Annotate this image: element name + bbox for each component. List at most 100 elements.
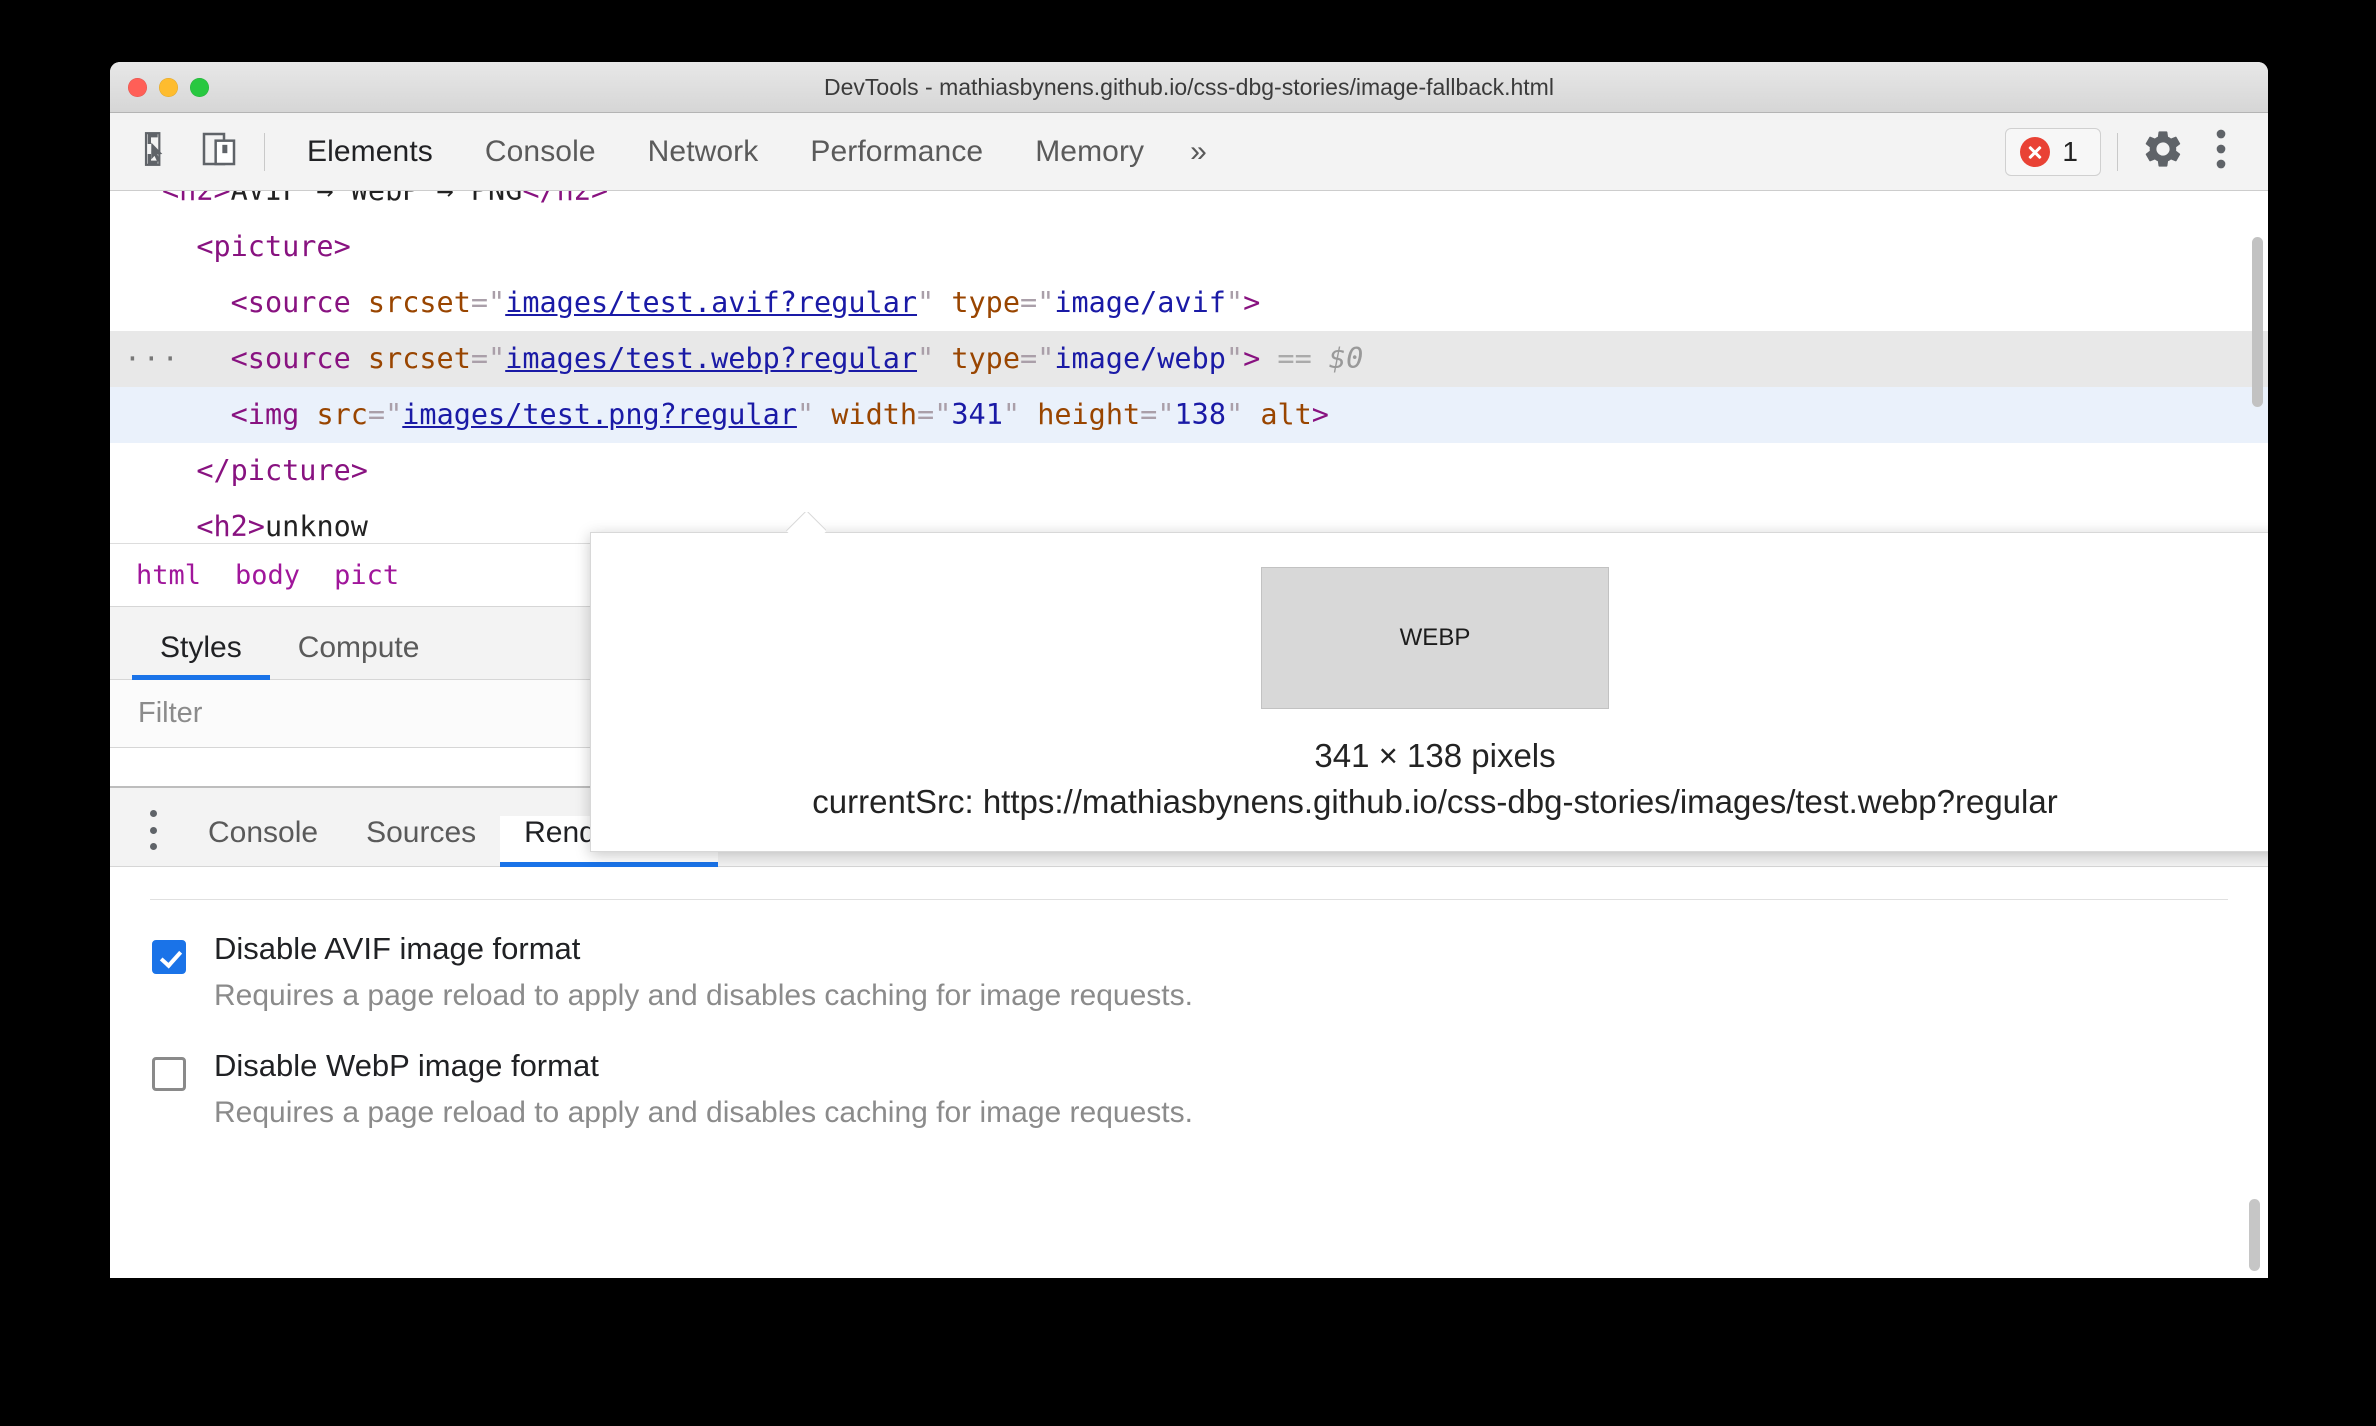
tooltip-arrow-icon [786, 512, 826, 533]
code-token: <picture> [196, 230, 351, 263]
dom-tree[interactable]: <h2>AVIF → WebP → PNG</h2> <picture> <so… [110, 191, 2268, 543]
breadcrumb-item-html[interactable]: html [136, 560, 201, 591]
code-token: <img [230, 398, 300, 431]
error-icon [2020, 136, 2051, 167]
code-token: = [1019, 286, 1038, 319]
code-token: 138 [1174, 398, 1226, 431]
drawer-tab-sources[interactable]: Sources [342, 816, 500, 866]
line-img-png[interactable]: <img src="images/test.png?regular" width… [110, 387, 2268, 443]
image-dimensions-label: 341 × 138 pixels [1314, 737, 1556, 774]
elements-panel[interactable]: <h2>AVIF → WebP → PNG</h2> <picture> <so… [110, 191, 2268, 544]
code-token: " [1002, 398, 1021, 431]
code-token: " [917, 286, 935, 319]
code-token: height [1020, 398, 1141, 431]
code-token: = [1019, 342, 1038, 375]
inspect-element-button[interactable] [132, 123, 190, 181]
rendering-option-avif[interactable]: Disable AVIF image format Requires a pag… [110, 900, 2268, 1017]
code-token: <source [230, 342, 351, 375]
disable-avif-checkbox[interactable] [152, 940, 186, 974]
line-source-avif[interactable]: <source srcset="images/test.avif?regular… [110, 275, 2268, 331]
code-token: images/test.png?regular [402, 398, 797, 431]
tab-console[interactable]: Console [459, 113, 622, 190]
code-token: <source [230, 286, 351, 319]
line-picture-close[interactable]: </picture> [110, 443, 2268, 499]
device-toolbar-button[interactable] [190, 123, 248, 181]
drawer-tab-console[interactable]: Console [184, 816, 342, 866]
error-count-badge[interactable]: 1 [2005, 127, 2101, 176]
more-tabs-chevron-icon[interactable]: » [1170, 113, 1227, 190]
maximize-window-button[interactable] [190, 77, 209, 97]
code-token: unknow [264, 510, 368, 543]
tab-computed[interactable]: Compute [270, 631, 448, 679]
code-token: </h2> [522, 191, 608, 207]
code-token: = [470, 286, 489, 319]
inspect-element-icon [141, 129, 181, 174]
code-token: " [385, 398, 403, 431]
code-token: = [470, 342, 489, 375]
disable-webp-description: Requires a page reload to apply and disa… [214, 1096, 1193, 1130]
minimize-window-button[interactable] [159, 77, 178, 97]
code-token: > [1243, 342, 1261, 375]
disable-webp-label: Disable WebP image format [214, 1048, 599, 1084]
code-token: " [488, 342, 506, 375]
dom-tree-scrollbar[interactable] [2252, 237, 2263, 407]
line-picture-open[interactable]: <picture> [110, 219, 2268, 275]
code-token: srcset [350, 342, 471, 375]
code-token: > [1311, 398, 1329, 431]
code-token: srcset [350, 286, 471, 319]
drawer-menu-icon[interactable] [138, 810, 168, 850]
device-toolbar-icon [199, 129, 239, 174]
breadcrumb-item-picture[interactable]: pict [334, 560, 399, 591]
disable-avif-description: Requires a page reload to apply and disa… [214, 978, 1193, 1012]
code-token: " [1225, 398, 1244, 431]
window-titlebar: DevTools - mathiasbynens.github.io/css-d… [110, 62, 2268, 113]
code-token: image/webp [1054, 342, 1226, 375]
settings-button[interactable] [2134, 123, 2192, 181]
main-menu-button[interactable] [2192, 123, 2250, 181]
code-token: " [488, 286, 506, 319]
code-token: " [1157, 398, 1175, 431]
code-token: image/avif [1054, 286, 1226, 319]
tab-network[interactable]: Network [622, 113, 785, 190]
close-window-button[interactable] [128, 77, 147, 97]
window-traffic-lights [128, 77, 209, 97]
code-token: images/test.webp?regular [505, 342, 918, 375]
code-token: <h2> [196, 510, 265, 543]
code-token: type [934, 342, 1020, 375]
tab-performance[interactable]: Performance [784, 113, 1009, 190]
code-token: " [796, 398, 815, 431]
tab-elements[interactable]: Elements [281, 113, 459, 190]
gear-icon [2141, 127, 2185, 176]
code-token: == [1260, 342, 1329, 375]
kebab-menu-icon [2216, 127, 2226, 176]
code-token: " [1037, 342, 1055, 375]
code-token: " [1225, 342, 1244, 375]
rendering-panel-scrollbar[interactable] [2249, 1199, 2260, 1271]
rendering-option-avif-text: Disable AVIF image format Requires a pag… [214, 928, 1193, 1017]
code-token: src [299, 398, 368, 431]
disable-webp-checkbox[interactable] [152, 1057, 186, 1092]
code-token: <h2> [162, 191, 231, 207]
line-h2-avif[interactable]: <h2>AVIF → WebP → PNG</h2> [110, 191, 2268, 219]
expand-ellipsis-icon[interactable]: ··· [124, 345, 181, 373]
code-token: </picture> [196, 454, 368, 487]
toolbar-divider-2 [2117, 132, 2118, 171]
devtools-drawer: Console Sources Rendering × × Disable AV… [110, 786, 2268, 1278]
disable-avif-label: Disable AVIF image format [214, 931, 581, 966]
line-source-webp[interactable]: ··· <source srcset="images/test.webp?reg… [110, 331, 2268, 387]
tab-styles[interactable]: Styles [132, 631, 270, 680]
image-preview-thumbnail: WEBP [1261, 567, 1609, 709]
code-token: alt [1243, 398, 1312, 431]
rendering-option-webp[interactable]: Disable WebP image format Requires a pag… [110, 1017, 2268, 1134]
code-token: " [917, 342, 935, 375]
code-token: = [367, 398, 386, 431]
breadcrumb-item-body[interactable]: body [235, 560, 300, 591]
code-token: = [1140, 398, 1158, 431]
code-token: = [917, 398, 935, 431]
code-token: images/test.avif?regular [505, 286, 918, 319]
tab-memory[interactable]: Memory [1009, 113, 1170, 190]
window-title: DevTools - mathiasbynens.github.io/css-d… [824, 73, 1554, 100]
